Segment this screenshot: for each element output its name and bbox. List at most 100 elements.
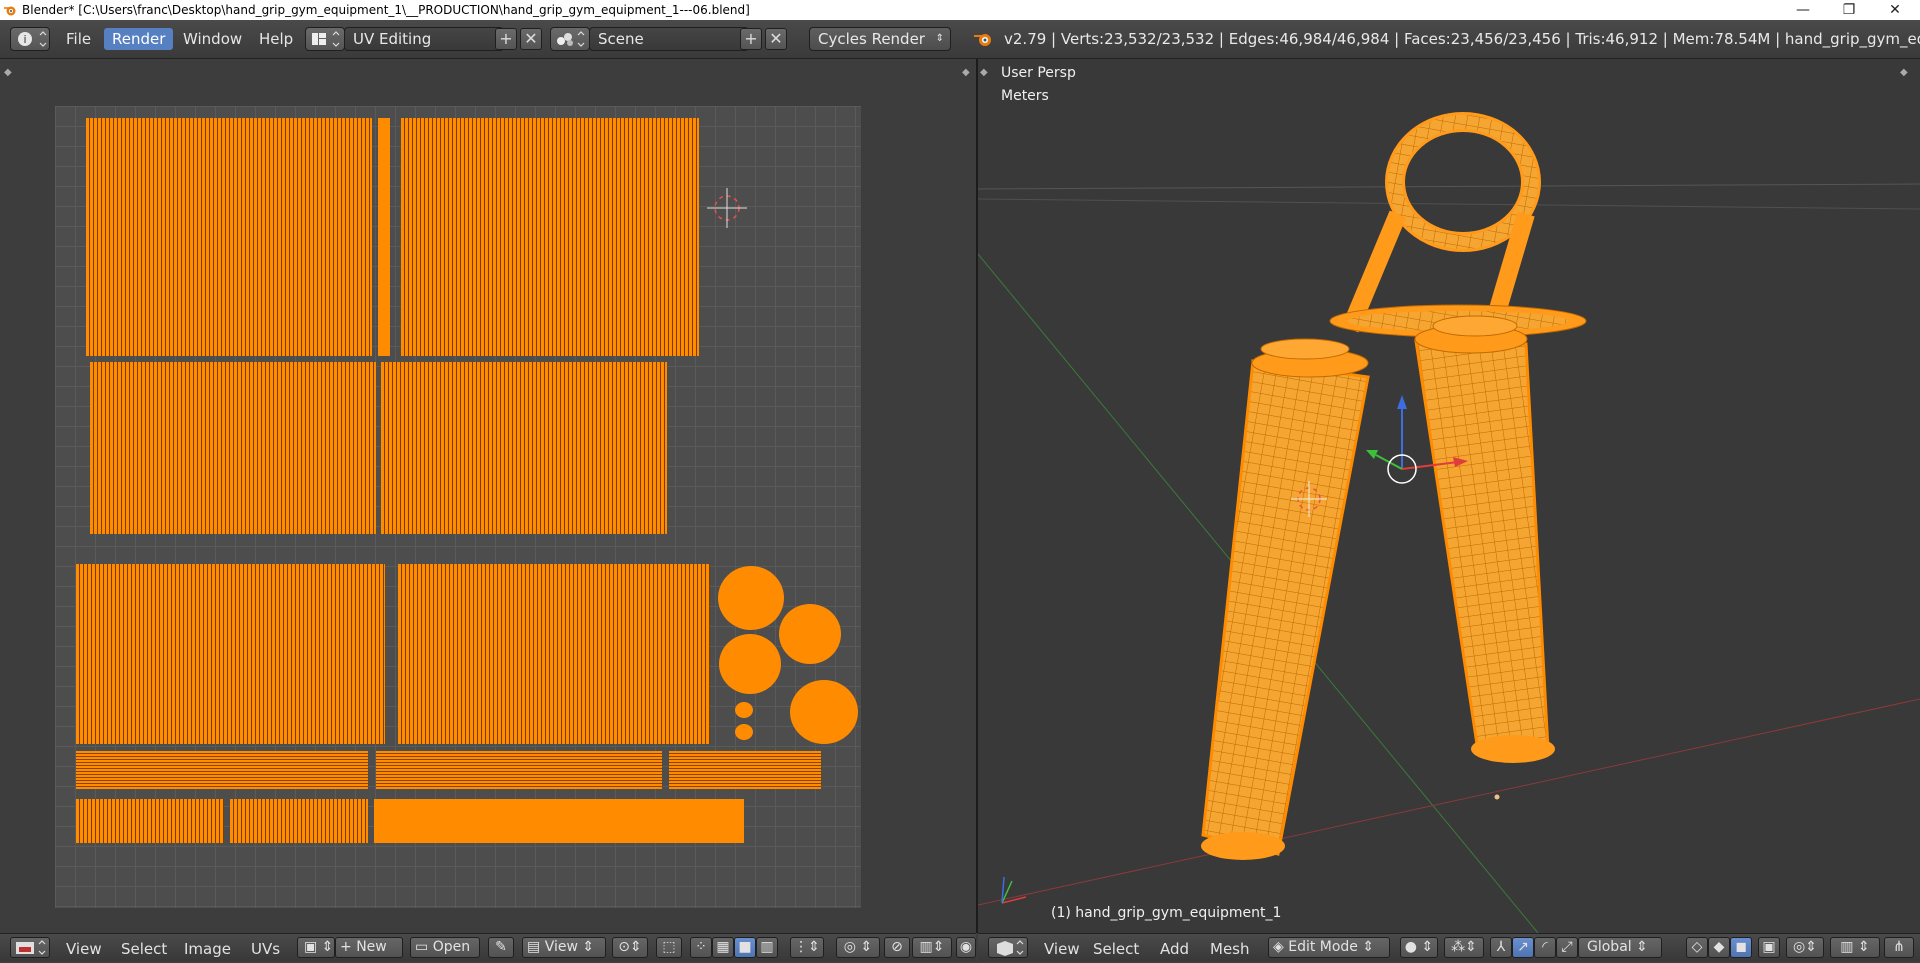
mode-select[interactable]: ◈ Edit Mode ⇕ <box>1268 937 1390 958</box>
uv-disc-island <box>779 604 841 664</box>
vertex-select-button[interactable]: ◇ <box>1686 937 1708 958</box>
editor-type-button[interactable] <box>10 937 50 958</box>
channels-icon: ▥⇕ <box>919 939 945 955</box>
folder-icon: ▭ <box>415 939 433 955</box>
delete-screen-button[interactable]: ✕ <box>520 28 542 50</box>
region-expand-icon[interactable]: ◆ <box>962 67 972 78</box>
blender-logo-icon <box>4 6 16 16</box>
x-icon: ✕ <box>524 29 538 48</box>
region-expand-icon[interactable]: ◆ <box>4 67 14 78</box>
menu-file[interactable]: File <box>66 29 91 49</box>
scene-statistics: v2.79 | Verts:23,532/23,532 | Edges:46,9… <box>1004 30 1920 48</box>
proportional-edit-icon: ◎ ⇕ <box>843 939 873 955</box>
manipulator-icon: ⅄ <box>1496 939 1506 955</box>
island-select-button[interactable]: ▥ <box>756 937 778 958</box>
render-engine-select[interactable]: Cycles Render ⇕ <box>809 27 951 51</box>
menu-view[interactable]: View <box>66 940 102 958</box>
mode-label: Edit Mode <box>1288 939 1358 955</box>
uv-disc-island <box>735 702 753 718</box>
new-image-button[interactable]: + New <box>335 937 403 958</box>
menu-help[interactable]: Help <box>259 29 293 49</box>
menu-select[interactable]: Select <box>1093 940 1139 958</box>
edge-select-button[interactable]: ◆ <box>1708 937 1730 958</box>
render-slot-button[interactable]: ◉ <box>956 937 976 958</box>
uv-disc-island <box>718 566 784 630</box>
left-handle <box>1201 338 1370 860</box>
image-browse-button[interactable]: ▣ ⇕ <box>297 937 335 958</box>
edge-mode-icon: ◆ <box>1713 939 1725 955</box>
vertex-select-button[interactable]: ⁘ <box>690 937 712 958</box>
screen-layout-field[interactable]: UV Editing <box>344 27 504 51</box>
editor-type-info-button[interactable]: i <box>10 27 50 51</box>
open-image-button[interactable]: ▭ Open <box>410 937 480 958</box>
face-icon: ■ <box>738 939 752 955</box>
3d-view-icon <box>997 940 1024 956</box>
rotate-manipulator-button[interactable]: ◜ <box>1534 937 1556 958</box>
vertex-mode-icon: ◇ <box>1691 939 1703 955</box>
menu-select[interactable]: Select <box>121 940 167 958</box>
plus-icon: + <box>499 29 513 48</box>
scene-field[interactable]: Scene <box>589 27 749 51</box>
x-icon: ✕ <box>769 29 783 48</box>
3d-viewport[interactable]: User Persp Meters ◆ ◆ (1) hand_grip_gym_… <box>978 59 1920 933</box>
uv-island <box>86 118 372 356</box>
sync-icon: ⊘ <box>891 939 903 955</box>
view-mode-icon: ▤ <box>527 939 545 955</box>
sticky-select-button[interactable]: ⬚ <box>656 937 682 958</box>
image-editor-icon <box>16 940 46 955</box>
restore-button[interactable]: ❐ <box>1826 0 1872 20</box>
pivot-select[interactable]: ⁂⇕ <box>1444 937 1484 958</box>
manipulator-toggle[interactable]: ⅄ <box>1490 937 1512 958</box>
proportional-edit-select[interactable]: ◎⇕ <box>1786 937 1824 958</box>
add-scene-button[interactable]: + <box>740 28 762 50</box>
menu-view[interactable]: View <box>1044 940 1080 958</box>
shading-select[interactable]: ● ⇕ <box>1400 937 1438 958</box>
uv-image-editor[interactable]: ◆ ◆ <box>0 59 976 933</box>
pin-icon: ✎ <box>495 939 507 955</box>
proportional-edit-select[interactable]: ◎ ⇕ <box>836 937 880 958</box>
menu-add[interactable]: Add <box>1160 940 1189 958</box>
occlude-icon: ▣ <box>1762 939 1776 955</box>
uv-image-canvas[interactable] <box>55 106 861 908</box>
menu-window[interactable]: Window <box>183 29 242 49</box>
cursor-icon: ⬚ <box>662 939 676 955</box>
editor-type-button[interactable] <box>988 937 1028 958</box>
uv-sync-button[interactable]: ⊘ <box>884 937 910 958</box>
plus-icon: + <box>340 939 357 955</box>
scale-manipulator-button[interactable]: ⤢ <box>1556 937 1578 958</box>
chevron-updown-icon: ⇕ <box>1631 939 1648 955</box>
island-icon: ▥ <box>760 939 774 955</box>
pivot-icon: ⁂⇕ <box>1451 939 1477 955</box>
viewport-header: View Select Add Mesh ◈ Edit Mode ⇕ ● ⇕ ⁂… <box>978 933 1920 961</box>
close-window-button[interactable]: ✕ <box>1872 0 1918 20</box>
orientation-select[interactable]: Global ⇕ <box>1578 937 1662 958</box>
view-mode-select[interactable]: ▤ View ⇕ <box>522 937 606 958</box>
info-header: i File Render Window Help UV Editing + ✕… <box>0 20 1920 59</box>
snap-element-select[interactable]: ▥ ⇕ <box>1830 937 1880 958</box>
uv-island <box>669 751 821 789</box>
uv-island <box>90 362 376 534</box>
shading-icon: ● ⇕ <box>1404 939 1434 955</box>
pin-image-button[interactable]: ✎ <box>488 937 514 958</box>
occlude-geometry-button[interactable]: ▣ <box>1758 937 1780 958</box>
new-image-label: New <box>356 939 387 955</box>
add-screen-button[interactable]: + <box>495 28 517 50</box>
menu-image[interactable]: Image <box>184 940 231 958</box>
uv-island <box>381 362 667 534</box>
edge-select-button[interactable]: ▦ <box>712 937 734 958</box>
pivot-select[interactable]: ⊙⇕ <box>612 937 648 958</box>
menu-render[interactable]: Render <box>104 28 174 50</box>
translate-manipulator-button[interactable]: ↗ <box>1512 937 1534 958</box>
scene-browse-button[interactable] <box>550 27 590 51</box>
menu-uvs[interactable]: UVs <box>251 940 280 958</box>
delete-scene-button[interactable]: ✕ <box>765 28 787 50</box>
snap-target-button[interactable]: ⋔ <box>1884 937 1914 958</box>
face-select-button[interactable]: ■ <box>734 937 756 958</box>
menu-mesh[interactable]: Mesh <box>1210 940 1250 958</box>
screen-layout-browse-button[interactable] <box>305 27 345 51</box>
minimize-button[interactable]: — <box>1780 0 1826 20</box>
face-select-button[interactable]: ◼ <box>1730 937 1752 958</box>
snap-element-select[interactable]: ⋮⇕ <box>790 937 824 958</box>
channels-select[interactable]: ▥⇕ <box>912 937 952 958</box>
uv-cursor-icon[interactable] <box>703 184 751 232</box>
